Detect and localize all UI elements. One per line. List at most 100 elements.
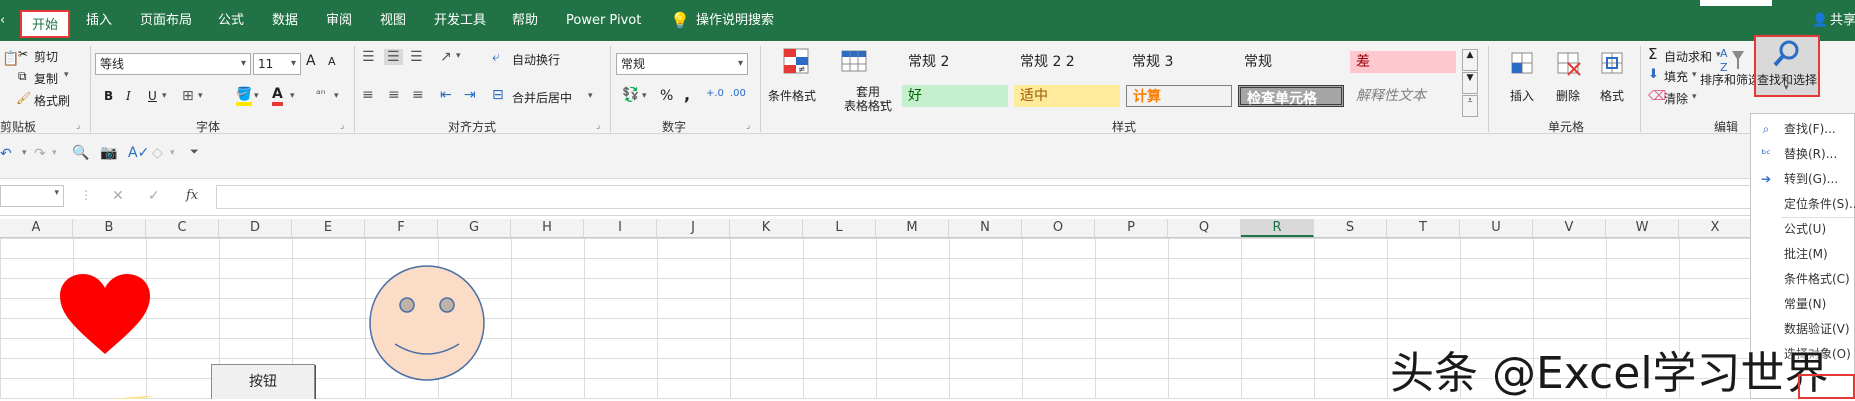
phonetic-icon[interactable]: ᵃⁿ — [316, 87, 325, 101]
smiley-face-shape[interactable] — [368, 264, 486, 382]
shape-dropdown-icon[interactable]: ▾ — [170, 148, 175, 158]
phonetic-dropdown-icon[interactable]: ▾ — [334, 91, 339, 101]
borders-icon[interactable]: ⊞ — [182, 88, 194, 104]
table-format-icon[interactable] — [840, 47, 868, 75]
column-header-b[interactable]: B — [73, 219, 146, 237]
number-launcher-icon[interactable]: ⌟ — [746, 121, 750, 131]
insert-function-button[interactable]: fx — [186, 188, 198, 203]
conditional-format-icon[interactable]: ≠ — [782, 47, 810, 75]
conditional-format-button[interactable]: 条件格式 — [768, 87, 816, 104]
percent-button[interactable]: % — [660, 88, 673, 104]
clear-dropdown-icon[interactable]: ▾ — [1692, 92, 1697, 102]
formula-input[interactable] — [216, 185, 1855, 209]
decrease-decimal-icon[interactable]: .00 — [730, 88, 746, 99]
tab-page-layout[interactable]: 页面布局 — [140, 0, 192, 41]
tab-view[interactable]: 视图 — [380, 0, 406, 41]
undo-icon[interactable]: ↶ — [0, 146, 12, 162]
font-shrink-button[interactable]: A — [328, 55, 336, 68]
column-header-j[interactable]: J — [657, 219, 730, 237]
find-select-button[interactable]: 查找和选择 ▾ — [1754, 35, 1820, 97]
tab-help[interactable]: 帮助 — [512, 0, 538, 41]
menu-item-2[interactable]: ➔ 转到(G)... — [1751, 168, 1854, 190]
menu-item-4[interactable]: 公式(U) — [1751, 218, 1854, 240]
column-header-v[interactable]: V — [1533, 219, 1606, 237]
name-box[interactable]: ▾ — [0, 185, 64, 207]
merge-center-button[interactable]: 合并后居中 — [512, 89, 572, 106]
fill-icon[interactable]: ⬇ — [1648, 67, 1659, 82]
accounting-format-icon[interactable]: 💱 — [622, 87, 639, 103]
column-header-l[interactable]: L — [803, 219, 876, 237]
styles-scroll-up-icon[interactable]: ▲ — [1462, 49, 1478, 71]
align-right-icon[interactable]: ≡ — [412, 87, 424, 103]
align-left-icon[interactable]: ≡ — [362, 87, 374, 103]
style-normal[interactable]: 常规 — [1238, 51, 1344, 73]
column-header-a[interactable]: A — [0, 219, 73, 237]
tab-insert[interactable]: 插入 — [86, 0, 112, 41]
accounting-dropdown-icon[interactable]: ▾ — [642, 91, 647, 101]
style-explanatory[interactable]: 解释性文本 — [1350, 85, 1456, 107]
merge-center-icon[interactable]: ⊟ — [492, 87, 504, 103]
column-header-n[interactable]: N — [949, 219, 1022, 237]
style-normal-2[interactable]: 常规 2 — [902, 51, 1008, 73]
font-grow-button[interactable]: A — [306, 53, 316, 69]
camera-icon[interactable]: 📷 — [100, 145, 117, 161]
delete-cells-button[interactable]: 删除 — [1556, 87, 1580, 104]
menu-item-0[interactable]: ⌕ 查找(F)... — [1751, 118, 1854, 140]
arrow-shape[interactable] — [64, 392, 154, 399]
style-good[interactable]: 好 — [902, 85, 1008, 107]
wrap-text-icon[interactable]: ⤶ — [492, 49, 500, 65]
table-format-dropdown-icon[interactable]: ▾ — [880, 99, 885, 109]
shape-icon[interactable]: ◇ — [152, 145, 163, 161]
column-header-h[interactable]: H — [511, 219, 584, 237]
underline-button[interactable]: U — [148, 89, 157, 103]
column-header-o[interactable]: O — [1022, 219, 1095, 237]
font-color-dropdown-icon[interactable]: ▾ — [290, 91, 295, 101]
align-center-icon[interactable]: ≡ — [388, 87, 400, 103]
column-header-q[interactable]: Q — [1168, 219, 1241, 237]
autosum-button[interactable]: 自动求和 — [1664, 48, 1712, 65]
print-preview-icon[interactable]: 🔍 — [72, 145, 89, 161]
copy-button[interactable]: 复制 — [34, 70, 58, 87]
customize-qat-icon[interactable]: ⏷ — [190, 145, 199, 159]
menu-item-7[interactable]: 常量(N) — [1751, 293, 1854, 315]
increase-decimal-icon[interactable]: +.0 — [706, 88, 724, 99]
clipboard-launcher-icon[interactable]: ⌟ — [76, 121, 80, 131]
menu-item-3[interactable]: 定位条件(S)... — [1751, 193, 1855, 218]
column-header-f[interactable]: F — [365, 219, 438, 237]
style-bad[interactable]: 差 — [1350, 51, 1456, 73]
spelling-icon[interactable]: A✓ — [128, 145, 149, 161]
borders-dropdown-icon[interactable]: ▾ — [198, 91, 203, 101]
align-top-icon[interactable]: ☰ — [362, 49, 375, 65]
fill-color-dropdown-icon[interactable]: ▾ — [254, 91, 259, 101]
column-header-w[interactable]: W — [1606, 219, 1679, 237]
tab-formulas[interactable]: 公式 — [218, 0, 244, 41]
fill-dropdown-icon[interactable]: ▾ — [1692, 70, 1697, 80]
column-header-c[interactable]: C — [146, 219, 219, 237]
font-name-select[interactable]: 等线 ▾ — [95, 53, 251, 75]
align-bottom-icon[interactable]: ☰ — [410, 49, 423, 65]
number-format-select[interactable]: 常规 ▾ — [616, 53, 748, 75]
underline-dropdown-icon[interactable]: ▾ — [162, 91, 167, 101]
cancel-entry-button[interactable]: ✕ — [112, 188, 124, 204]
column-header-g[interactable]: G — [438, 219, 511, 237]
column-header-x[interactable]: X — [1679, 219, 1752, 237]
menu-item-6[interactable]: 条件格式(C) — [1751, 268, 1854, 290]
fill-color-icon[interactable]: 🪣 — [236, 87, 253, 106]
tab-power-pivot[interactable]: Power Pivot — [566, 0, 641, 41]
merge-dropdown-icon[interactable]: ▾ — [588, 91, 593, 101]
font-color-icon[interactable]: A — [272, 87, 283, 106]
share-button[interactable]: 共享 — [1830, 0, 1855, 41]
cut-icon[interactable]: ✂ — [18, 47, 28, 61]
tab-data[interactable]: 数据 — [272, 0, 298, 41]
tab-developer[interactable]: 开发工具 — [434, 0, 486, 41]
column-header-m[interactable]: M — [876, 219, 949, 237]
tell-me-search[interactable]: 操作说明搜索 — [696, 0, 774, 41]
format-cells-icon[interactable] — [1598, 49, 1626, 77]
orientation-icon[interactable]: ↗ — [440, 49, 452, 65]
style-calculation[interactable]: 计算 — [1126, 85, 1232, 107]
column-header-i[interactable]: I — [584, 219, 657, 237]
decrease-indent-icon[interactable]: ⇤ — [440, 87, 452, 103]
insert-cells-icon[interactable] — [1508, 49, 1536, 77]
style-neutral[interactable]: 适中 — [1014, 85, 1120, 107]
column-header-e[interactable]: E — [292, 219, 365, 237]
